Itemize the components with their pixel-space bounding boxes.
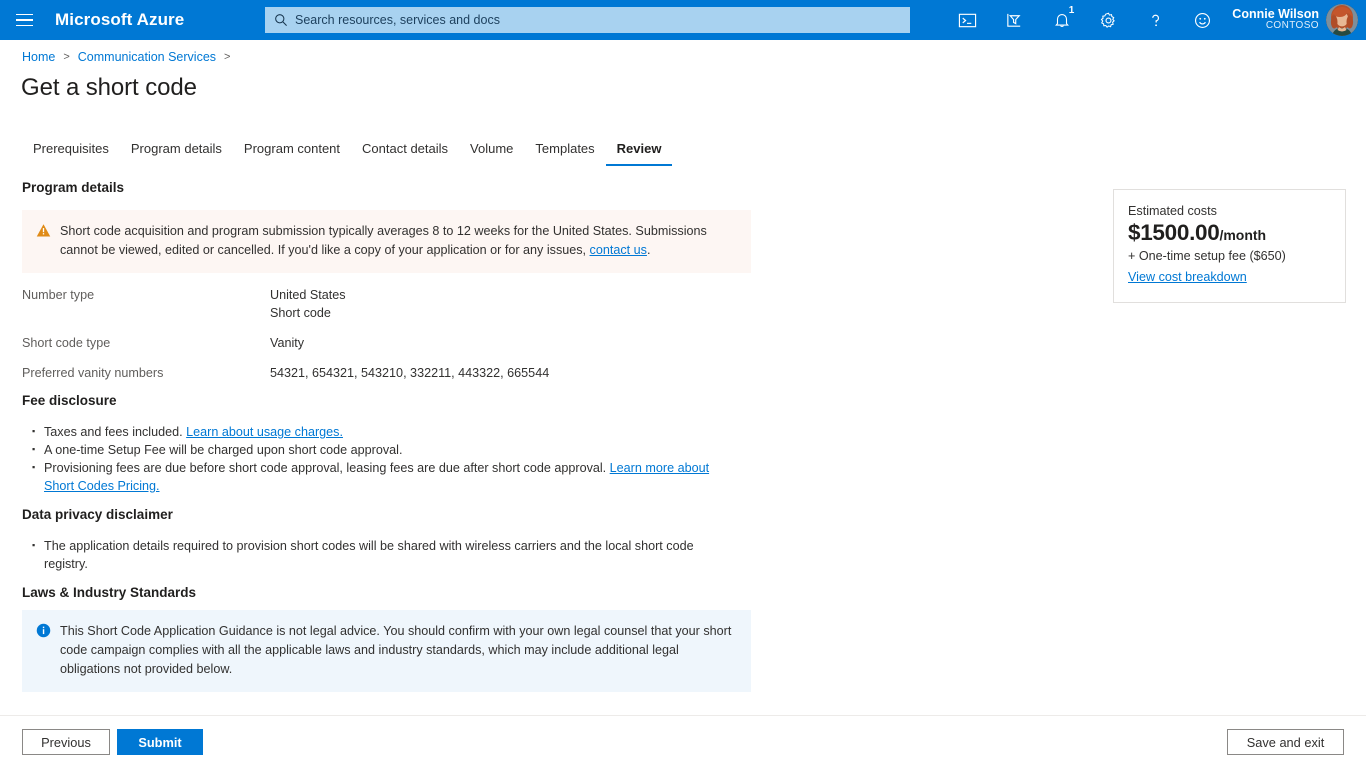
warning-banner-text: Short code acquisition and program submi… [58,222,737,260]
detail-row-number-type: Number type United States Short code [22,286,762,322]
list-item: A one-time Setup Fee will be charged upo… [44,441,738,459]
search-input[interactable] [295,13,901,27]
detail-row-vanity-numbers: Preferred vanity numbers 54321, 654321, … [22,364,762,382]
breadcrumb-item-home[interactable]: Home [22,50,55,64]
notifications-bell-icon[interactable]: 1 [1038,0,1085,40]
estimated-costs-card: Estimated costs $1500.00 /month + One-ti… [1113,189,1346,303]
fee-item-1-text: A one-time Setup Fee will be charged upo… [44,443,402,457]
list-item: The application details required to prov… [44,537,738,573]
detail-value-number-type-line2: Short code [270,304,346,322]
warning-banner: Short code acquisition and program submi… [22,210,751,273]
detail-row-short-code-type: Short code type Vanity [22,334,762,352]
info-banner: This Short Code Application Guidance is … [22,610,751,692]
detail-value-vanity-numbers: 54321, 654321, 543210, 332211, 443322, 6… [270,364,549,382]
info-banner-text: This Short Code Application Guidance is … [58,622,737,679]
detail-value-number-type-line1: United States [270,286,346,304]
list-item: Taxes and fees included. Learn about usa… [44,423,738,441]
contact-us-link[interactable]: contact us [590,243,647,257]
laws-industry-standards-heading: Laws & Industry Standards [22,585,196,600]
estimated-costs-setup-fee: + One-time setup fee ($650) [1128,249,1329,263]
tab-contact-details[interactable]: Contact details [351,137,459,166]
breadcrumb-separator-trailing: > [224,51,230,63]
estimated-costs-label: Estimated costs [1128,204,1329,218]
directory-filter-icon[interactable] [991,0,1038,40]
privacy-item-0-text: The application details required to prov… [44,539,694,571]
fee-item-2-text: Provisioning fees are due before short c… [44,461,610,475]
search-icon [274,13,288,27]
detail-label-short-code-type: Short code type [22,334,270,352]
data-privacy-heading: Data privacy disclaimer [22,507,173,522]
cloud-shell-icon[interactable] [944,0,991,40]
detail-label-number-type: Number type [22,286,270,322]
view-cost-breakdown-link[interactable]: View cost breakdown [1128,270,1247,284]
feedback-smiley-icon[interactable] [1179,0,1226,40]
tab-templates[interactable]: Templates [524,137,605,166]
info-circle-icon [36,622,58,679]
user-avatar[interactable] [1326,4,1358,36]
estimated-costs-amount: $1500.00 [1128,220,1219,246]
breadcrumb-separator: > [63,51,69,63]
global-search-box[interactable] [265,7,910,33]
help-question-icon[interactable] [1132,0,1179,40]
warning-text-tail: . [647,243,651,257]
azure-top-navigation-bar: Microsoft Azure [0,0,1366,40]
tab-program-details[interactable]: Program details [120,137,233,166]
warning-triangle-icon [36,222,58,260]
data-privacy-list: The application details required to prov… [28,537,738,573]
submit-button[interactable]: Submit [117,729,203,755]
hamburger-menu-icon[interactable] [0,0,48,40]
previous-button[interactable]: Previous [22,729,110,755]
fee-item-0-text: Taxes and fees included. [44,425,186,439]
user-text: Connie Wilson CONTOSO [1232,8,1319,32]
fee-disclosure-heading: Fee disclosure [22,393,117,408]
program-details-heading: Program details [22,180,124,195]
brand-title[interactable]: Microsoft Azure [48,10,184,30]
list-item: Provisioning fees are due before short c… [44,459,738,495]
notification-count-badge: 1 [1069,6,1075,16]
detail-label-vanity-numbers: Preferred vanity numbers [22,364,270,382]
wizard-tabs: Prerequisites Program details Program co… [22,137,672,166]
wizard-footer-bar: Previous Submit Save and exit [0,715,1366,768]
user-tenant: CONTOSO [1232,21,1319,32]
estimated-costs-period: /month [1219,227,1266,243]
tab-volume[interactable]: Volume [459,137,524,166]
learn-about-usage-charges-link[interactable]: Learn about usage charges. [186,425,343,439]
top-bar-icon-group: 1 Connie Wilson CONTOS [944,0,1366,40]
page-title: Get a short code [21,74,197,102]
user-account-menu[interactable]: Connie Wilson CONTOSO [1226,0,1366,40]
settings-gear-icon[interactable] [1085,0,1132,40]
breadcrumb-item-communication-services[interactable]: Communication Services [78,50,216,64]
detail-value-number-type: United States Short code [270,286,346,322]
save-and-exit-button[interactable]: Save and exit [1227,729,1344,755]
breadcrumb: Home > Communication Services > [22,50,238,64]
fee-disclosure-list: Taxes and fees included. Learn about usa… [28,423,738,495]
estimated-costs-amount-row: $1500.00 /month [1128,220,1329,246]
tab-prerequisites[interactable]: Prerequisites [22,137,120,166]
tab-program-content[interactable]: Program content [233,137,351,166]
detail-value-short-code-type: Vanity [270,334,304,352]
tab-review[interactable]: Review [606,137,673,166]
